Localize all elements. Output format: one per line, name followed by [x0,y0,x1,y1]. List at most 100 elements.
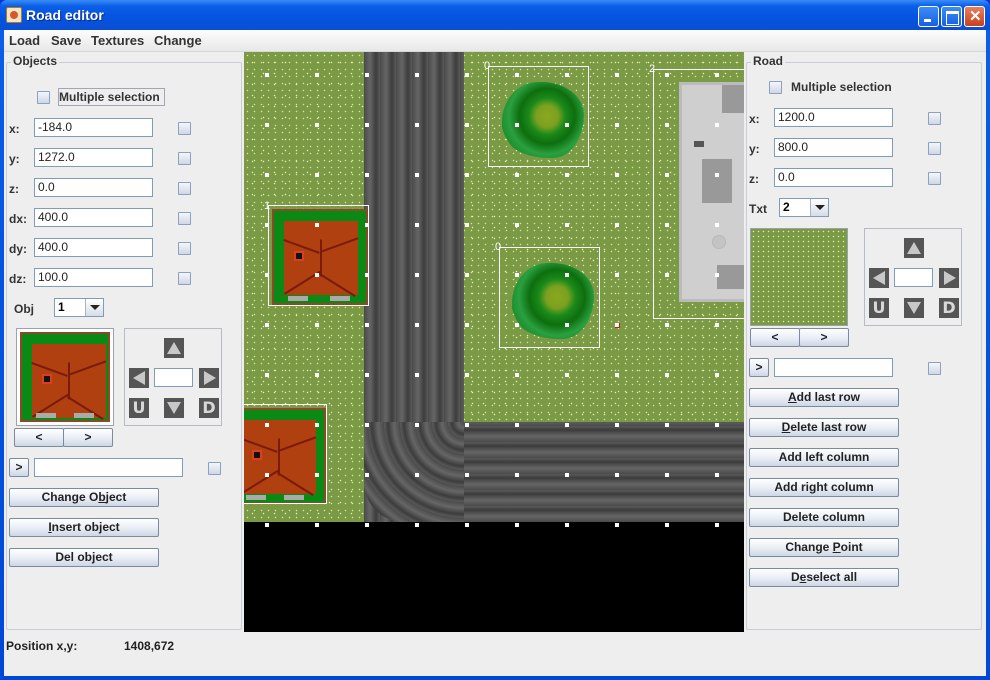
insert-object-button[interactable]: Insert object [9,518,159,537]
road-grid-point[interactable] [565,173,569,177]
road-grid-point[interactable] [315,323,319,327]
obj-pad-step-input[interactable] [154,368,193,387]
road-multiple-selection[interactable]: Multiple selection [769,78,897,96]
road-grid-point[interactable] [715,523,719,527]
road-grid-point[interactable] [515,223,519,227]
chevron-down-icon[interactable] [810,199,828,216]
road-grid-point[interactable] [365,173,369,177]
obj-dx-field[interactable]: 400.0 [34,208,153,227]
road-grid-point[interactable] [615,423,619,427]
road-y-field[interactable]: 800.0 [774,138,893,157]
road-grid-point[interactable] [515,473,519,477]
road-grid-point[interactable] [415,73,419,77]
road-go-button[interactable]: > [749,358,769,377]
road-grid-point[interactable] [365,523,369,527]
road-grid-point[interactable] [265,273,269,277]
minimize-button[interactable] [918,6,939,27]
road-grid-point[interactable] [665,373,669,377]
objects-multiple-selection-checkbox[interactable] [37,90,50,104]
road-go-input[interactable] [774,358,893,377]
road-z-field[interactable]: 0.0 [774,168,893,187]
road-grid-point[interactable] [715,273,719,277]
road-grid-point[interactable] [415,523,419,527]
road-z-lock-checkbox[interactable] [928,172,941,185]
menu-save[interactable]: Save [51,33,81,48]
road-grid-point[interactable] [715,373,719,377]
lower-d-icon[interactable]: D [939,298,959,318]
add-last-row-button[interactable]: Add last row [749,388,899,407]
road-grid-point[interactable] [265,123,269,127]
road-grid-point[interactable] [715,473,719,477]
road-grid-point[interactable] [565,273,569,277]
road-grid-point[interactable] [465,373,469,377]
chevron-down-icon[interactable] [85,299,103,316]
road-grid-point[interactable] [315,173,319,177]
obj-type-select[interactable]: 1 [54,298,104,317]
road-grid-point[interactable] [465,323,469,327]
menu-change[interactable]: Change [154,33,202,48]
road-grid-point[interactable] [415,423,419,427]
txt-preview-prev-button[interactable]: < [750,328,800,347]
obj-go-checkbox[interactable] [208,462,221,475]
delete-last-row-button[interactable]: Delete last row [749,418,899,437]
road-grid-point[interactable] [715,173,719,177]
arrow-left-icon[interactable] [129,368,149,388]
road-grid-point[interactable] [565,423,569,427]
road-grid-point[interactable] [515,423,519,427]
arrow-down-icon[interactable] [904,298,924,318]
obj-dz-field[interactable]: 100.0 [34,268,153,287]
obj-x-lock-checkbox[interactable] [178,122,191,135]
road-grid-point[interactable] [615,273,619,277]
road-multiple-selection-checkbox[interactable] [769,80,782,94]
road-grid-point[interactable] [515,73,519,77]
road-grid-point[interactable] [415,273,419,277]
road-grid-point[interactable] [365,123,369,127]
road-grid-point[interactable] [415,223,419,227]
road-grid-point[interactable] [665,123,669,127]
obj-x-field[interactable]: -184.0 [34,118,153,137]
road-grid-point[interactable] [465,473,469,477]
road-grid-point[interactable] [465,173,469,177]
road-grid-point[interactable] [665,473,669,477]
arrow-right-icon[interactable] [939,268,959,288]
road-grid-point[interactable] [265,373,269,377]
road-grid-point[interactable] [615,373,619,377]
road-grid-point[interactable] [515,273,519,277]
road-pad-step-input[interactable] [894,268,933,287]
road-grid-point[interactable] [465,73,469,77]
road-grid-point[interactable] [315,373,319,377]
obj-dx-lock-checkbox[interactable] [178,212,191,225]
road-grid-point[interactable] [565,523,569,527]
road-grid-point[interactable] [665,523,669,527]
road-grid-point[interactable] [465,123,469,127]
road-grid-point[interactable] [415,323,419,327]
road-grid-point[interactable] [615,173,619,177]
obj-preview-prev-button[interactable]: < [14,428,64,447]
arrow-down-icon[interactable] [164,398,184,418]
change-point-button[interactable]: Change Point [749,538,899,557]
obj-dy-lock-checkbox[interactable] [178,242,191,255]
road-grid-point[interactable] [315,273,319,277]
road-grid-point[interactable] [715,423,719,427]
add-left-column-button[interactable]: Add left column [749,448,899,467]
road-grid-point[interactable] [515,523,519,527]
obj-y-field[interactable]: 1272.0 [34,148,153,167]
close-button[interactable] [964,6,985,27]
road-grid-point[interactable] [415,373,419,377]
obj-z-field[interactable]: 0.0 [34,178,153,197]
road-grid-point[interactable] [515,173,519,177]
road-grid-point[interactable] [565,73,569,77]
road-grid-point[interactable] [315,123,319,127]
arrow-up-icon[interactable] [164,338,184,358]
road-grid-point[interactable] [415,123,419,127]
objects-multiple-selection[interactable]: Multiple selection [37,88,165,106]
obj-go-input[interactable] [34,458,183,477]
road-grid-point[interactable] [615,73,619,77]
road-grid-point[interactable] [565,373,569,377]
raise-u-icon[interactable]: U [129,398,149,418]
road-grid-point[interactable] [565,123,569,127]
road-grid-point[interactable] [715,323,719,327]
road-grid-point[interactable] [665,273,669,277]
obj-dy-field[interactable]: 400.0 [34,238,153,257]
road-grid-point[interactable] [565,323,569,327]
